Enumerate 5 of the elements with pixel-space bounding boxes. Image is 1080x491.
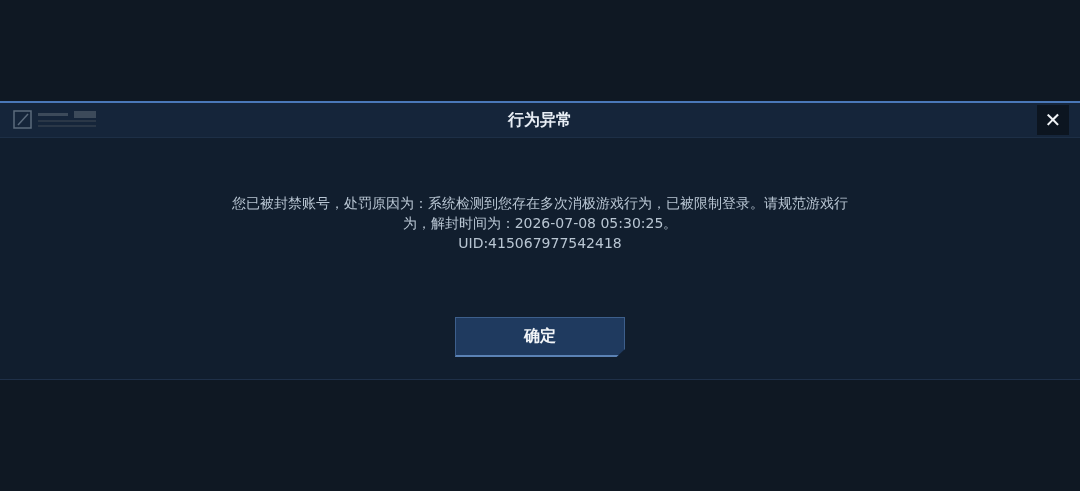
dialog-title: 行为异常	[508, 109, 572, 131]
confirm-button[interactable]: 确定	[455, 317, 625, 357]
close-button[interactable]: ✕	[1037, 105, 1069, 135]
ban-message: 您已被封禁账号，处罚原因为：系统检测到您存在多次消极游戏行为，已被限制登录。请规范游戏行为，解封时间为：2026-07-08 05:30:25。	[231, 194, 849, 233]
uid-text: UID:415067977542418	[458, 234, 622, 253]
